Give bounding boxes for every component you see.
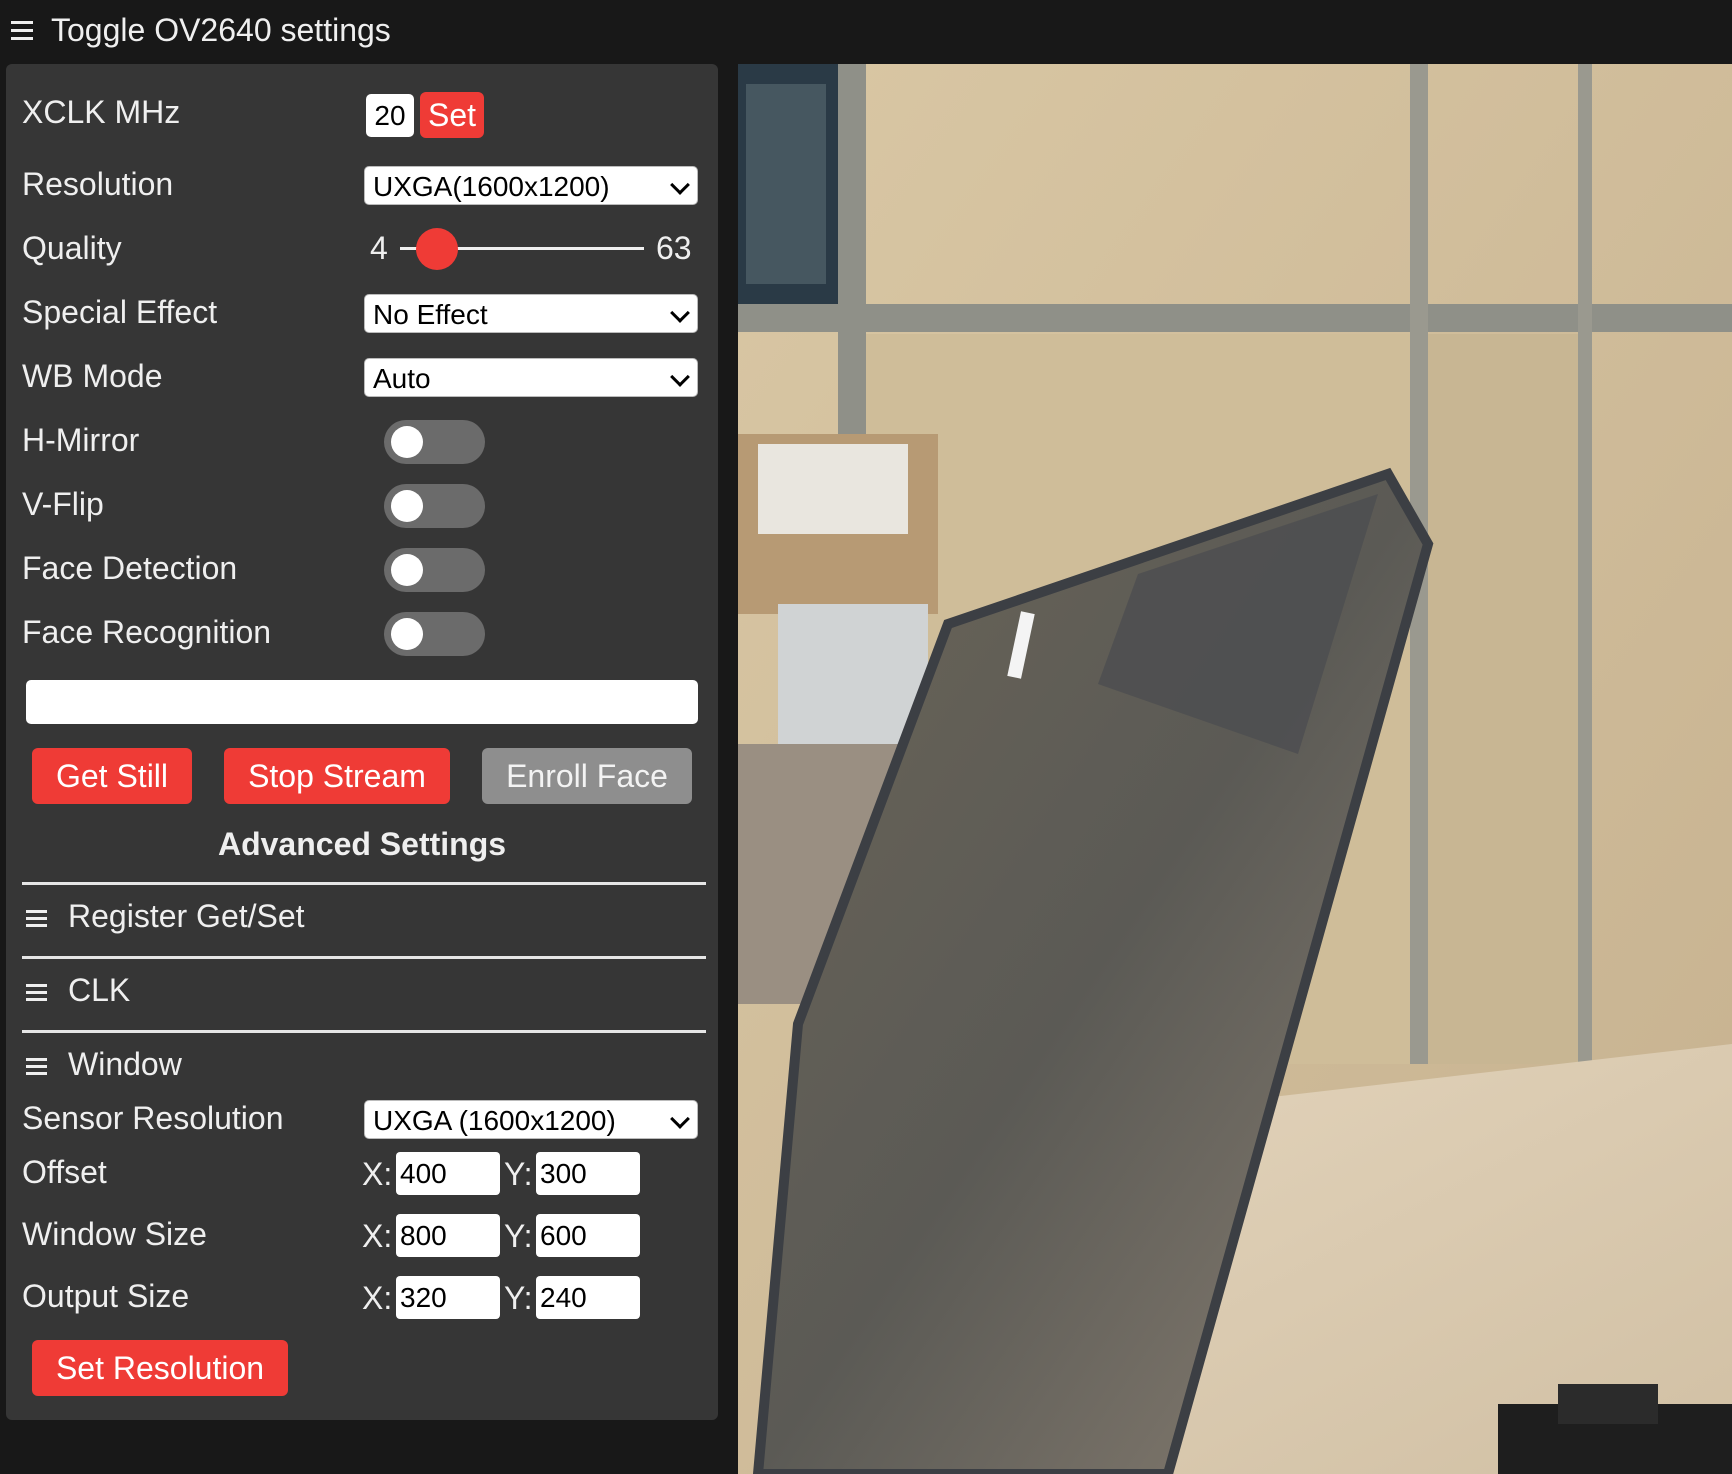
chevron-down-icon	[670, 1109, 690, 1129]
settings-panel: XCLK MHz 20 Set Resolution UXGA(1600x120…	[6, 64, 718, 1420]
quality-max: 63	[656, 230, 692, 266]
window-size-y-label: Y:	[504, 1218, 533, 1254]
face-recognition-label: Face Recognition	[22, 614, 272, 650]
hamburger-icon[interactable]	[26, 1058, 47, 1075]
offset-x-input[interactable]: 400	[396, 1152, 500, 1195]
get-still-button[interactable]: Get Still	[32, 748, 192, 804]
sensor-resolution-select[interactable]: UXGA (1600x1200)	[364, 1100, 698, 1139]
register-get-set-section[interactable]: Register Get/Set	[68, 898, 305, 935]
quality-slider-thumb[interactable]	[416, 228, 458, 270]
resolution-label: Resolution	[22, 166, 174, 202]
divider	[22, 956, 706, 959]
quality-label: Quality	[22, 230, 122, 266]
window-size-y-input[interactable]: 600	[536, 1214, 640, 1257]
face-detection-label: Face Detection	[22, 550, 238, 586]
h-mirror-toggle[interactable]	[384, 420, 485, 464]
offset-label: Offset	[22, 1154, 107, 1190]
toggle-settings-title[interactable]: Toggle OV2640 settings	[51, 12, 391, 49]
chevron-down-icon	[670, 175, 690, 195]
window-size-label: Window Size	[22, 1216, 207, 1252]
xclk-set-button[interactable]: Set	[420, 92, 484, 138]
chevron-down-icon	[670, 367, 690, 387]
sensor-resolution-label: Sensor Resolution	[22, 1100, 284, 1136]
divider	[22, 1030, 706, 1033]
advanced-settings-heading: Advanced Settings	[217, 826, 507, 862]
offset-y-input[interactable]: 300	[536, 1152, 640, 1195]
divider	[22, 882, 706, 885]
clk-section[interactable]: CLK	[68, 972, 130, 1009]
xclk-label: XCLK MHz	[22, 94, 181, 130]
window-section[interactable]: Window	[68, 1046, 182, 1083]
h-mirror-label: H-Mirror	[22, 422, 140, 458]
toggle-knob	[391, 554, 423, 586]
window-size-x-input[interactable]: 800	[396, 1214, 500, 1257]
wb-mode-label: WB Mode	[22, 358, 163, 394]
v-flip-label: V-Flip	[22, 486, 104, 522]
hamburger-icon[interactable]	[11, 20, 33, 40]
face-name-input[interactable]	[26, 680, 698, 724]
special-effect-label: Special Effect	[22, 294, 218, 330]
stop-stream-button[interactable]: Stop Stream	[224, 748, 450, 804]
enroll-face-button[interactable]: Enroll Face	[482, 748, 692, 804]
wb-mode-select-value: Auto	[373, 363, 431, 394]
hamburger-icon[interactable]	[26, 984, 47, 1001]
output-size-x-input[interactable]: 320	[396, 1276, 500, 1319]
face-detection-toggle[interactable]	[384, 548, 485, 592]
sensor-resolution-select-value: UXGA (1600x1200)	[373, 1105, 616, 1136]
camera-stream-image	[738, 64, 1732, 1474]
output-size-label: Output Size	[22, 1278, 190, 1314]
special-effect-select[interactable]: No Effect	[364, 294, 698, 333]
hamburger-icon[interactable]	[26, 910, 47, 927]
v-flip-toggle[interactable]	[384, 484, 485, 528]
offset-x-label: X:	[362, 1156, 393, 1192]
wb-mode-select[interactable]: Auto	[364, 358, 698, 397]
output-size-y-input[interactable]: 240	[536, 1276, 640, 1319]
toggle-knob	[391, 490, 423, 522]
output-size-y-label: Y:	[504, 1280, 533, 1316]
special-effect-select-value: No Effect	[373, 299, 488, 330]
offset-y-label: Y:	[504, 1156, 533, 1192]
window-size-x-label: X:	[362, 1218, 393, 1254]
resolution-select[interactable]: UXGA(1600x1200)	[364, 166, 698, 205]
toggle-knob	[391, 426, 423, 458]
face-recognition-toggle[interactable]	[384, 612, 485, 656]
xclk-input[interactable]: 20	[366, 94, 414, 137]
toggle-knob	[391, 618, 423, 650]
quality-min: 4	[370, 230, 388, 266]
set-resolution-button[interactable]: Set Resolution	[32, 1340, 288, 1396]
output-size-x-label: X:	[362, 1280, 393, 1316]
chevron-down-icon	[670, 303, 690, 323]
resolution-select-value: UXGA(1600x1200)	[373, 171, 610, 202]
top-bar: Toggle OV2640 settings	[0, 0, 1732, 60]
